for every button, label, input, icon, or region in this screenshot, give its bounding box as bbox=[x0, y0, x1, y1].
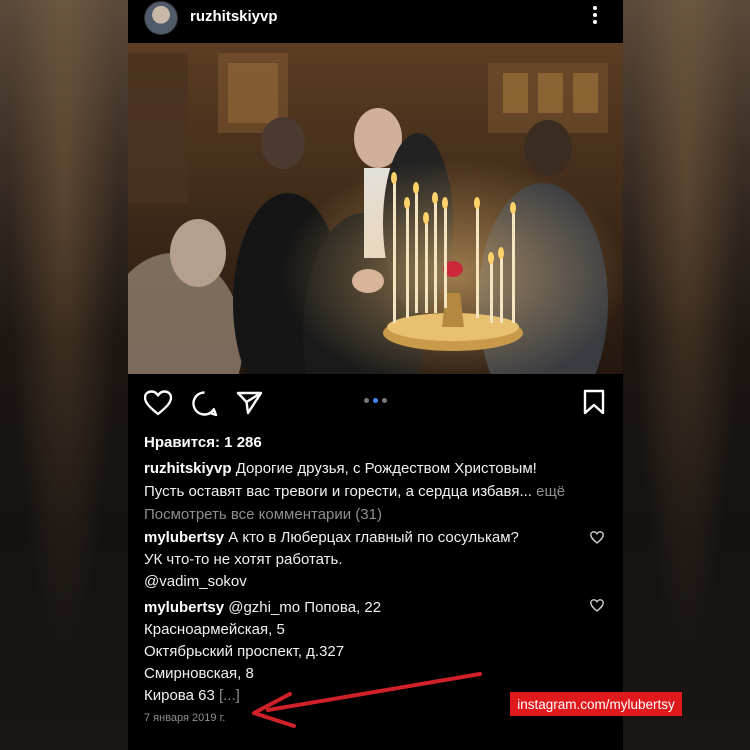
bookmark-icon[interactable] bbox=[583, 389, 605, 415]
comment-text: А кто в Люберцах главный по сосулькам? bbox=[228, 529, 519, 546]
caption-more-link[interactable]: ещё bbox=[536, 483, 565, 500]
comment-author[interactable]: mylubertsy bbox=[144, 599, 224, 616]
comment-icon[interactable] bbox=[191, 390, 218, 417]
avatar[interactable] bbox=[144, 1, 178, 35]
likes-count[interactable]: Нравится: 1 286 bbox=[144, 434, 262, 451]
post-header: ruzhitskiyvp bbox=[128, 0, 623, 38]
post-caption: ruzhitskiyvp Дорогие друзья, с Рождество… bbox=[144, 457, 614, 503]
carousel-dot bbox=[364, 398, 369, 403]
watermark-label: instagram.com/mylubertsy bbox=[510, 692, 682, 716]
post-photo[interactable] bbox=[128, 43, 623, 374]
carousel-dot bbox=[382, 398, 387, 403]
comment-like-heart-icon[interactable] bbox=[590, 531, 604, 544]
comment-like-heart-icon[interactable] bbox=[590, 599, 604, 612]
comment-text: Октябрьский проспект, д.327 bbox=[144, 643, 345, 660]
comment-mention[interactable]: @vadim_sokov bbox=[144, 571, 574, 593]
red-arrow-annotation bbox=[252, 672, 482, 728]
comment-truncation[interactable]: [...] bbox=[219, 687, 240, 704]
comment-text: @gzhi_mo Попова, 22 bbox=[228, 599, 382, 616]
blurred-background-right bbox=[623, 0, 750, 750]
more-vertical-icon[interactable] bbox=[588, 4, 602, 26]
carousel-dot-active bbox=[373, 398, 378, 403]
caption-line-1: Дорогие друзья, с Рождеством Христовым! bbox=[235, 460, 537, 477]
post-date: 7 января 2019 г. bbox=[144, 712, 226, 724]
instagram-post: ruzhitskiyvp Нравится: 1 286 ruzhitskiyv… bbox=[128, 0, 623, 750]
blurred-background-left bbox=[0, 0, 128, 750]
comment-text: УК что-то не хотят работать. bbox=[144, 551, 343, 568]
view-all-comments-link[interactable]: Посмотреть все комментарии (31) bbox=[144, 506, 382, 523]
comment-text: Красноармейская, 5 bbox=[144, 621, 285, 638]
post-actions bbox=[128, 380, 623, 424]
carousel-indicator bbox=[364, 398, 387, 403]
post-username[interactable]: ruzhitskiyvp bbox=[190, 8, 278, 25]
comment-author[interactable]: mylubertsy bbox=[144, 529, 224, 546]
comment-text: Кирова 63 bbox=[144, 687, 215, 704]
caption-author[interactable]: ruzhitskiyvp bbox=[144, 460, 232, 477]
caption-line-2: Пусть оставят вас тревоги и горести, а с… bbox=[144, 483, 532, 500]
heart-icon[interactable] bbox=[144, 390, 172, 416]
send-icon[interactable] bbox=[236, 390, 263, 415]
comment-item: mylubertsy А кто в Люберцах главный по с… bbox=[144, 527, 574, 593]
